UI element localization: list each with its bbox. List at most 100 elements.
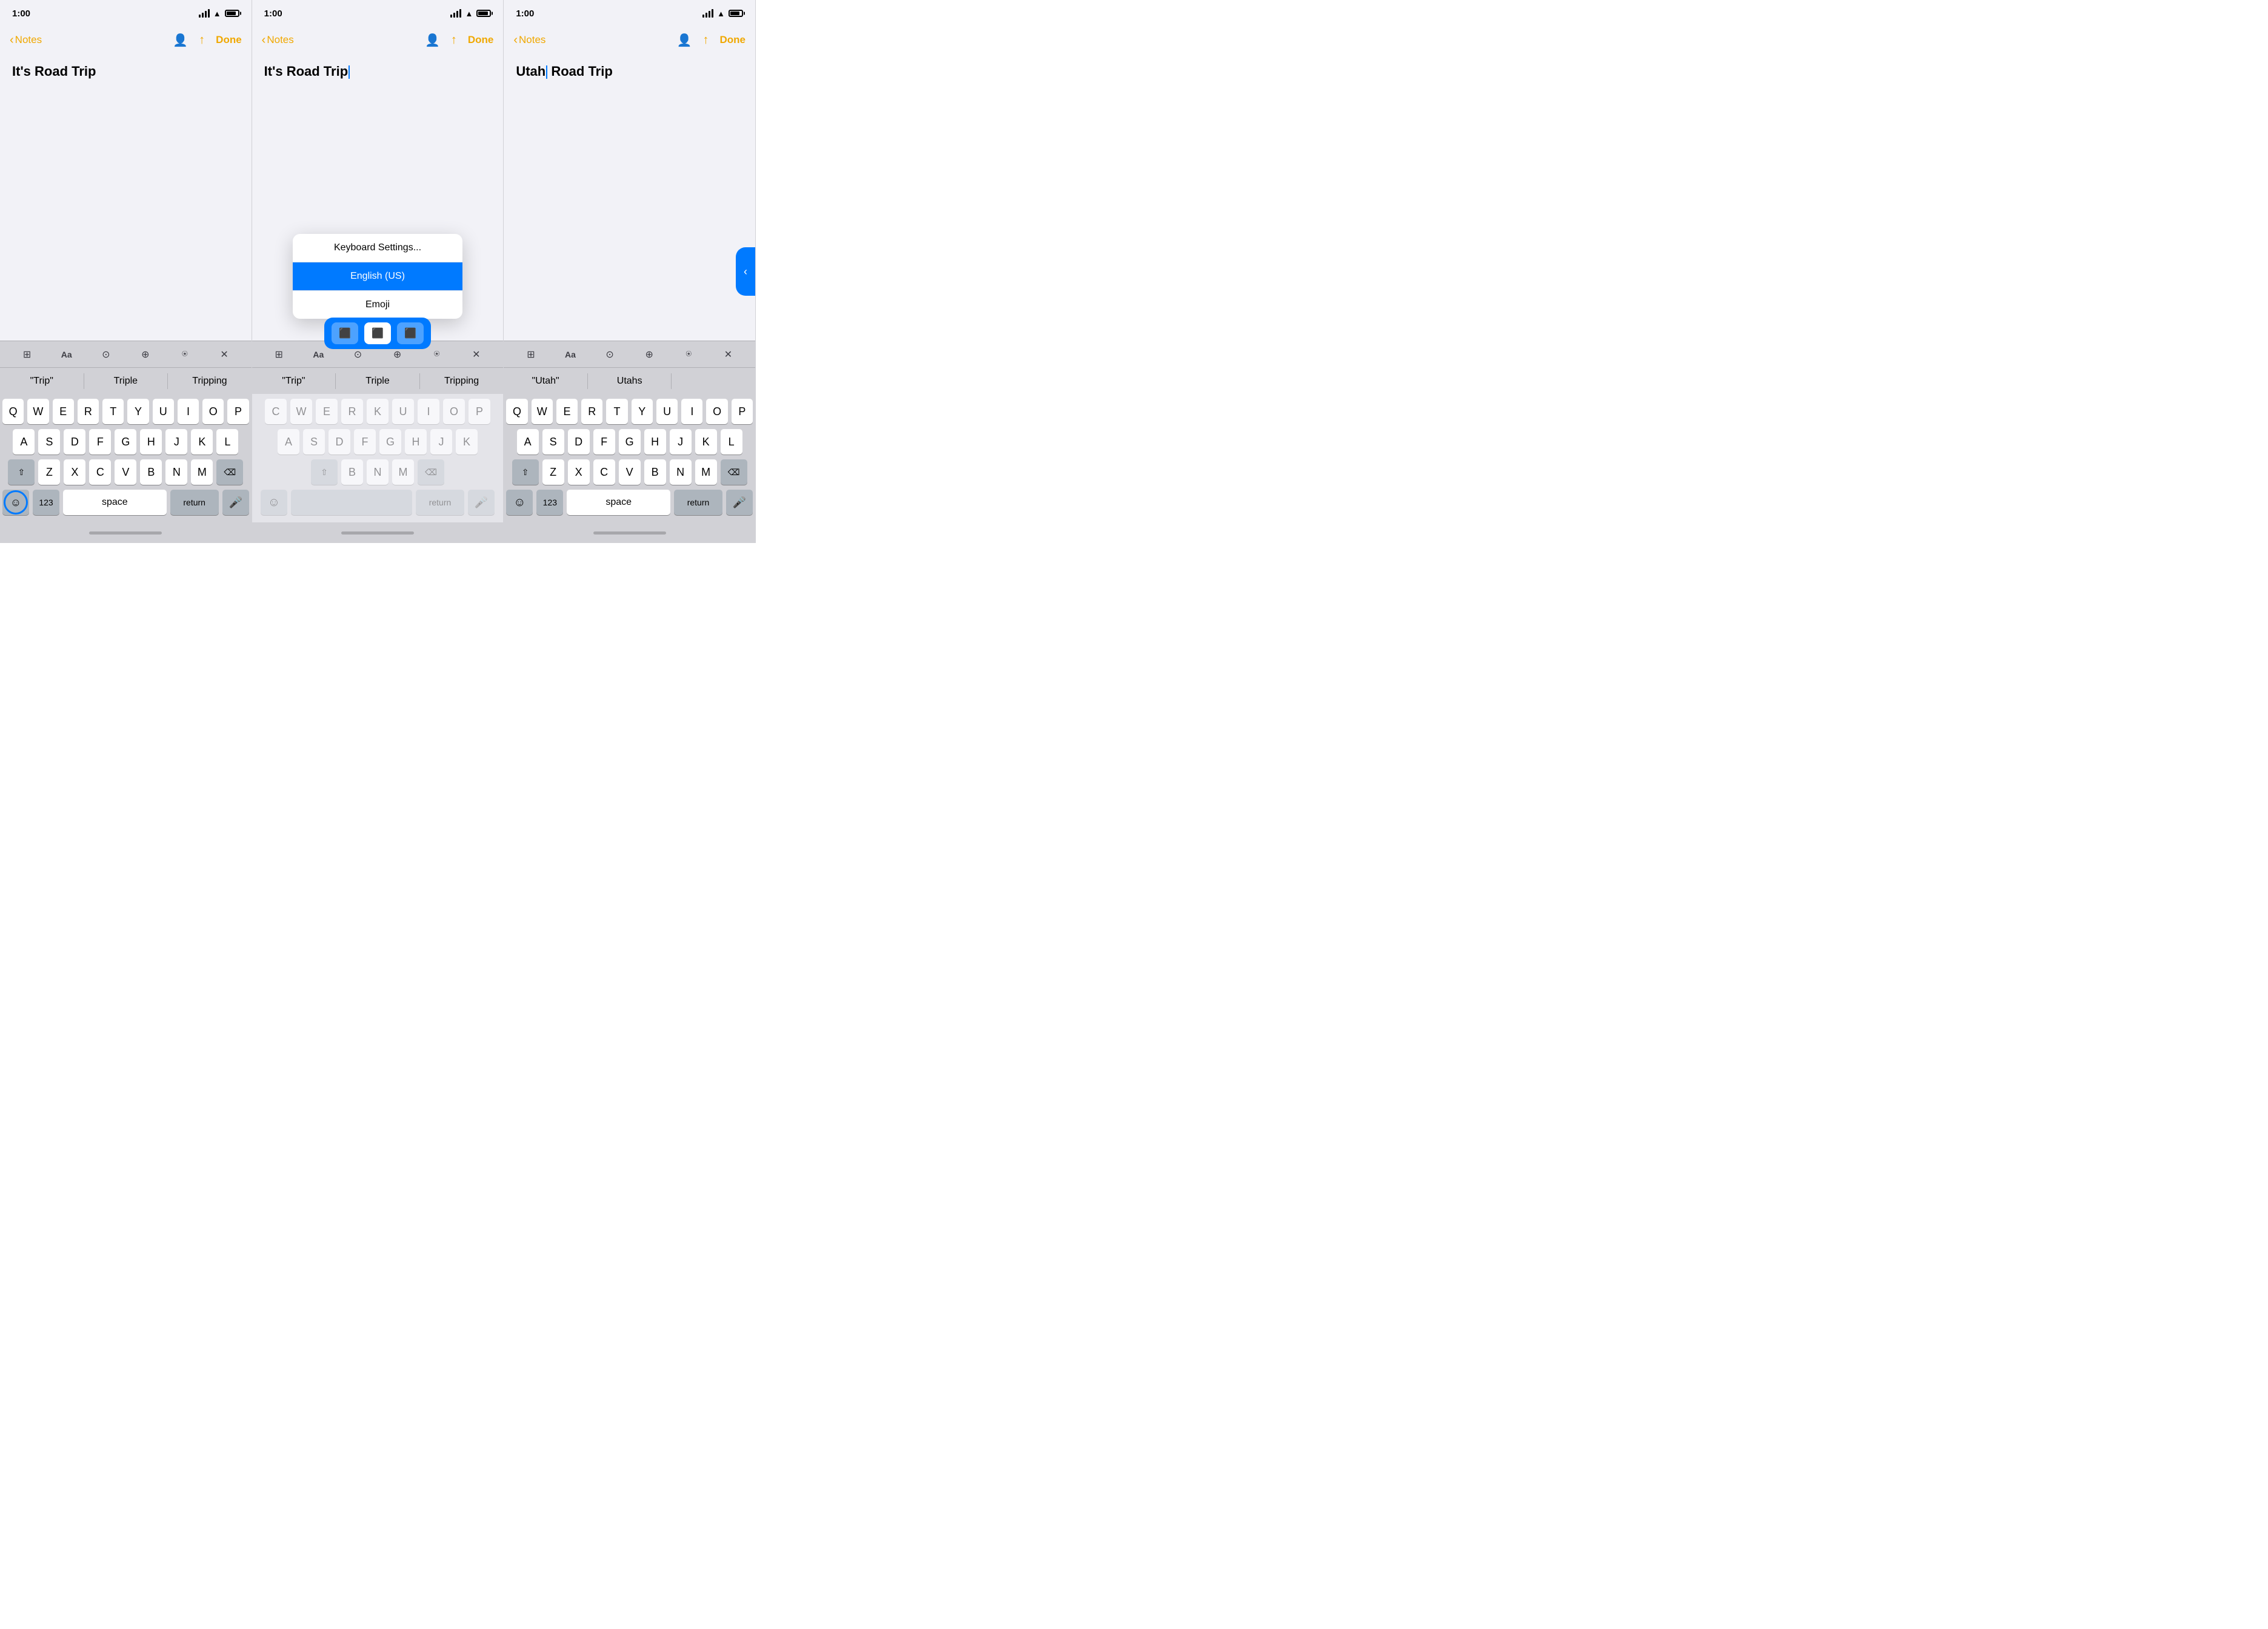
key-E-2[interactable]: E — [316, 399, 338, 424]
kb-type-center[interactable]: ⬛ — [364, 322, 391, 344]
key-M-3[interactable]: M — [695, 459, 717, 485]
key-Q-3[interactable]: Q — [506, 399, 527, 424]
key-A-1[interactable]: A — [13, 429, 35, 455]
key-E-3[interactable]: E — [556, 399, 578, 424]
key-L-1[interactable]: L — [216, 429, 238, 455]
key-G-1[interactable]: G — [115, 429, 136, 455]
popup-keyboard-settings[interactable]: Keyboard Settings... — [293, 234, 462, 262]
key-K-2[interactable]: K — [456, 429, 478, 455]
key-H-1[interactable]: H — [140, 429, 162, 455]
suggestion-2-0[interactable]: "Trip" — [252, 373, 336, 389]
toolbar-aa-btn-3[interactable]: Aa — [559, 344, 581, 365]
toolbar-pen-btn-2[interactable]: ⍟ — [426, 344, 448, 365]
toolbar-pen-btn-1[interactable]: ⍟ — [174, 344, 196, 365]
key-J-1[interactable]: J — [165, 429, 187, 455]
suggestion-3-0[interactable]: "Utah" — [504, 373, 588, 389]
key-N-2[interactable]: N — [367, 459, 389, 485]
toolbar-plus-btn-3[interactable]: ⊕ — [638, 344, 660, 365]
key-P-3[interactable]: P — [732, 399, 753, 424]
key-T-1[interactable]: T — [102, 399, 124, 424]
back-button-2[interactable]: ‹ Notes — [262, 33, 294, 47]
key-T-3[interactable]: T — [606, 399, 627, 424]
key-Q-1[interactable]: Q — [2, 399, 24, 424]
key-X-3[interactable]: X — [568, 459, 590, 485]
key-Z-1[interactable]: Z — [38, 459, 60, 485]
toolbar-check-btn-1[interactable]: ⊙ — [95, 344, 117, 365]
toolbar-close-btn-3[interactable]: ✕ — [717, 344, 739, 365]
toolbar-check-btn-3[interactable]: ⊙ — [599, 344, 621, 365]
key-C-3[interactable]: C — [593, 459, 615, 485]
key-N-3[interactable]: N — [670, 459, 692, 485]
note-content-3[interactable]: Utah Road Trip — [504, 53, 755, 341]
key-emoji-3[interactable]: ☺ — [506, 490, 533, 515]
note-content-1[interactable]: It's Road Trip — [0, 53, 252, 341]
key-Y-3[interactable]: Y — [632, 399, 653, 424]
key-mic-2[interactable]: 🎤 — [468, 490, 495, 515]
key-I-1[interactable]: I — [178, 399, 199, 424]
key-M-1[interactable]: M — [191, 459, 213, 485]
key-K-1[interactable]: K — [191, 429, 213, 455]
swipe-handle-3[interactable]: ‹ — [736, 247, 755, 296]
key-C-1[interactable]: C — [89, 459, 111, 485]
back-button-3[interactable]: ‹ Notes — [513, 33, 545, 47]
back-button-1[interactable]: ‹ Notes — [10, 33, 42, 47]
key-J-2[interactable]: J — [430, 429, 452, 455]
share-icon-3[interactable]: ↑ — [703, 33, 709, 47]
key-F-3[interactable]: F — [593, 429, 615, 455]
key-G-2[interactable]: G — [379, 429, 401, 455]
done-button-1[interactable]: Done — [216, 34, 242, 46]
toolbar-plus-btn-1[interactable]: ⊕ — [135, 344, 156, 365]
key-V-1[interactable]: V — [115, 459, 136, 485]
key-J-3[interactable]: J — [670, 429, 692, 455]
key-S-2[interactable]: S — [303, 429, 325, 455]
key-Y-2[interactable]: U — [392, 399, 414, 424]
key-P-1[interactable]: P — [227, 399, 248, 424]
key-Y-1[interactable]: Y — [127, 399, 148, 424]
share-icon-2[interactable]: ↑ — [451, 33, 457, 47]
key-A-3[interactable]: A — [517, 429, 539, 455]
popup-emoji[interactable]: Emoji — [293, 291, 462, 319]
key-D-3[interactable]: D — [568, 429, 590, 455]
add-person-icon-1[interactable]: 👤 — [173, 33, 188, 48]
key-emoji-2[interactable]: ☺ — [261, 490, 287, 515]
key-D-2[interactable]: D — [329, 429, 350, 455]
key-emoji-1[interactable]: ☺ — [2, 490, 29, 515]
key-S-1[interactable]: S — [38, 429, 60, 455]
key-K-3[interactable]: K — [695, 429, 717, 455]
key-N-1[interactable]: N — [165, 459, 187, 485]
key-B-1[interactable]: B — [140, 459, 162, 485]
key-W-3[interactable]: W — [532, 399, 553, 424]
key-G-3[interactable]: G — [619, 429, 641, 455]
key-U-3[interactable]: U — [656, 399, 678, 424]
key-V-3[interactable]: V — [619, 459, 641, 485]
key-123-3[interactable]: 123 — [536, 490, 563, 515]
toolbar-close-btn-1[interactable]: ✕ — [213, 344, 235, 365]
key-F-2[interactable]: F — [354, 429, 376, 455]
key-Q-2[interactable]: C — [265, 399, 287, 424]
suggestion-1-1[interactable]: Triple — [84, 373, 168, 389]
toolbar-aa-btn-2[interactable]: Aa — [307, 344, 329, 365]
toolbar-aa-btn-1[interactable]: Aa — [56, 344, 78, 365]
key-return-3[interactable]: return — [674, 490, 722, 515]
done-button-2[interactable]: Done — [468, 34, 494, 46]
suggestion-2-1[interactable]: Triple — [336, 373, 420, 389]
done-button-3[interactable]: Done — [720, 34, 746, 46]
key-I-2[interactable]: I — [418, 399, 439, 424]
key-O-2[interactable]: O — [443, 399, 465, 424]
key-delete-2[interactable]: ⌫ — [418, 459, 444, 485]
key-X-1[interactable]: X — [64, 459, 85, 485]
key-R-3[interactable]: R — [581, 399, 602, 424]
key-shift-1[interactable]: ⇧ — [8, 459, 35, 485]
key-R-2[interactable]: R — [341, 399, 363, 424]
key-space-1[interactable]: space — [63, 490, 167, 515]
key-O-3[interactable]: O — [706, 399, 727, 424]
key-U-1[interactable]: U — [153, 399, 174, 424]
key-delete-1[interactable]: ⌫ — [216, 459, 243, 485]
key-shift-2[interactable]: ⇧ — [311, 459, 338, 485]
key-T-2[interactable]: K — [367, 399, 389, 424]
key-L-3[interactable]: L — [721, 429, 742, 455]
key-P-2[interactable]: P — [469, 399, 490, 424]
key-D-1[interactable]: D — [64, 429, 85, 455]
toolbar-table-btn-2[interactable]: ⊞ — [268, 344, 290, 365]
kb-type-right[interactable]: ⬛ — [397, 322, 424, 344]
